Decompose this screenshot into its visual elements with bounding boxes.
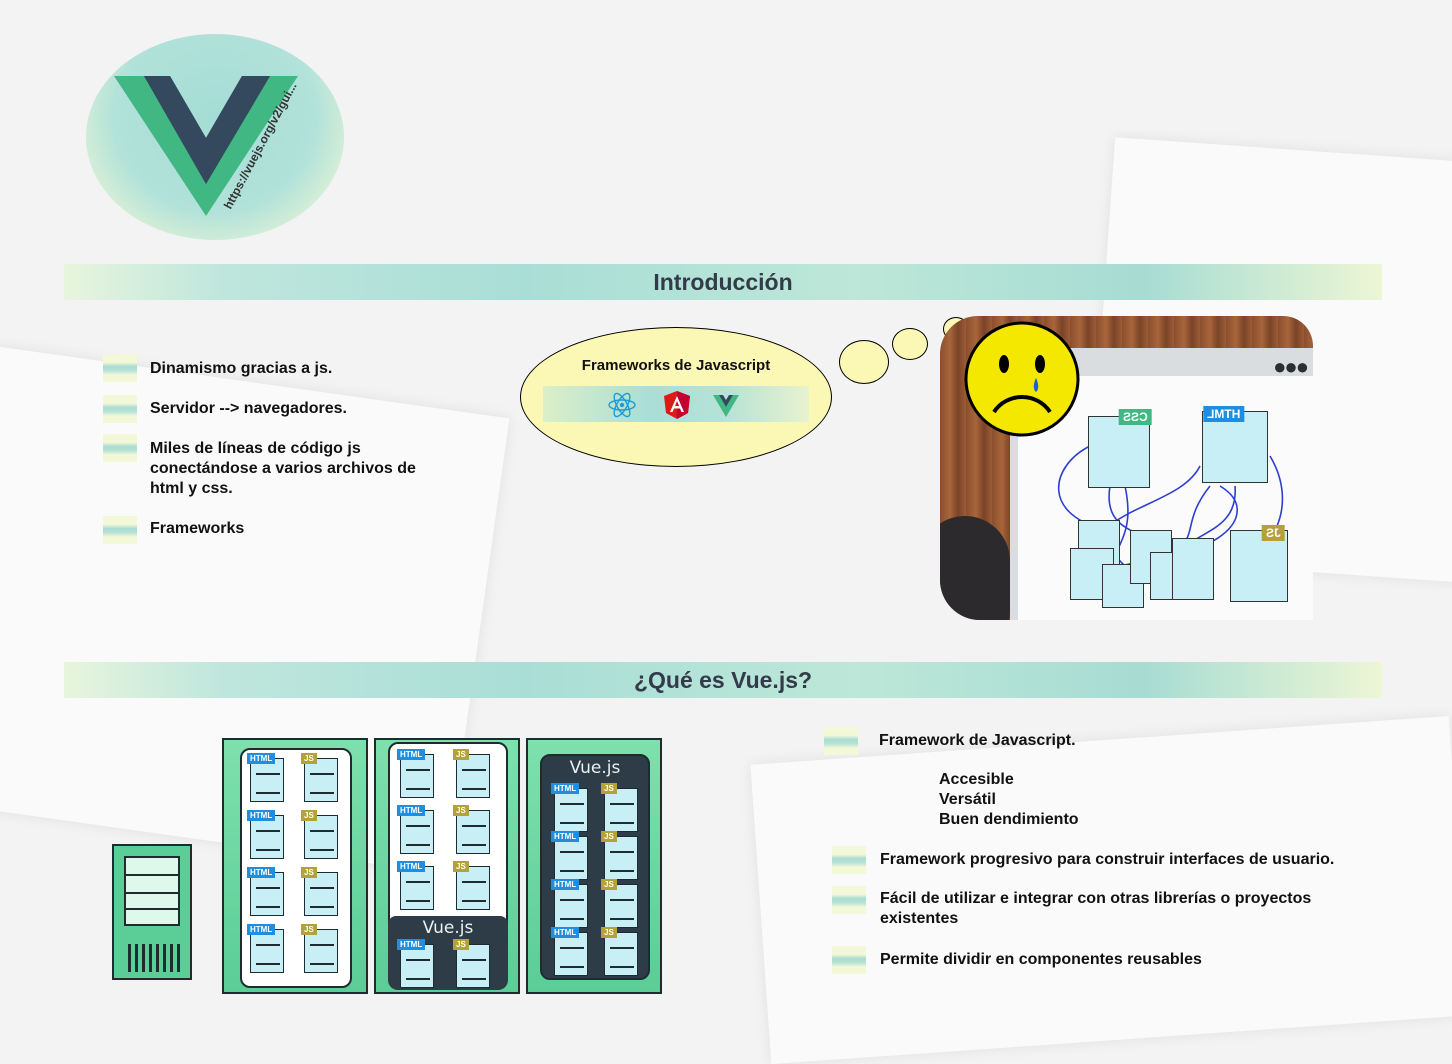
sub-item-1: Accesible [939, 771, 1014, 788]
html-tag: HTML [551, 831, 580, 842]
tangled-files-illustration: ●●● CSS HTML JS [940, 316, 1313, 620]
html-file-icon: HTML [247, 810, 284, 859]
bullet-marker [103, 395, 137, 423]
html-tag: HTML [397, 805, 426, 816]
sad-face-icon [964, 321, 1080, 437]
vue-label: Vue.js [569, 758, 621, 778]
panel-vue-app: Vue.js HTML JS HTML JS HTML JS HTML JS [526, 738, 662, 994]
html-tag: HTML [247, 924, 276, 935]
html-tag: HTML [247, 867, 276, 878]
bullet-marker [103, 434, 137, 462]
vue-banner: ¿Qué es Vue.js? [64, 662, 1382, 698]
js-file-icon: JS [301, 924, 338, 973]
html-tag: HTML [397, 861, 426, 872]
html-file: HTML [1202, 406, 1268, 483]
js-file-icon: JS [453, 861, 490, 910]
html-file-icon: HTML [397, 805, 434, 854]
thought-dot [839, 340, 889, 384]
intro-bullet-2: Servidor --> navegadores. [150, 400, 347, 417]
js-tag: JS [601, 879, 617, 890]
js-tag: JS [301, 753, 317, 764]
html-file-icon: HTML [247, 753, 284, 802]
js-tag: JS [301, 867, 317, 878]
html-tag: HTML [247, 753, 276, 764]
js-file-icon: JS [301, 753, 338, 802]
intro-banner: Introducción [64, 264, 1382, 300]
sub-item-3: Buen dendimiento [939, 811, 1079, 828]
html-file-icon: HTML [397, 749, 434, 798]
js-tag: JS [601, 927, 617, 938]
vue-bullet-4: Permite dividir en componentes reusables [880, 951, 1202, 968]
js-file-icon: JS [453, 749, 490, 798]
server-icon [112, 844, 192, 980]
js-file-icon: JS [601, 879, 638, 928]
js-tag: JS [453, 749, 469, 760]
bullet-marker [103, 354, 137, 382]
bullet-marker [824, 727, 858, 755]
js-file-icon: JS [453, 939, 490, 988]
js-tag: JS [453, 861, 469, 872]
html-file-icon: HTML [551, 783, 588, 832]
html-tag: HTML [551, 879, 580, 890]
bullet-marker [103, 516, 137, 544]
html-file-icon: HTML [247, 867, 284, 916]
js-file-icon: JS [301, 810, 338, 859]
html-file-icon: HTML [397, 939, 434, 988]
html-file-icon: HTML [247, 924, 284, 973]
html-file-icon: HTML [551, 879, 588, 928]
bubble-title: Frameworks de Javascript [581, 357, 771, 374]
vue-bullet-2: Framework progresivo para construir inte… [880, 851, 1335, 868]
vue-title: ¿Qué es Vue.js? [633, 666, 813, 693]
js-file-icon: JS [601, 927, 638, 976]
vue-bullet-3: Fácil de utilizar e integrar con otras l… [880, 890, 1312, 927]
panel-multipage: HTML JS HTML JS HTML JS HTML JS [222, 738, 368, 994]
html-tag: HTML [551, 927, 580, 938]
react-icon [608, 392, 636, 418]
panel-vue-component: Vue.js HTML JS HTML JS HTML JS HTML JS [374, 738, 520, 994]
intro-title: Introducción [653, 268, 793, 295]
intro-bullet-1: Dinamismo gracias a js. [150, 360, 333, 377]
vue-logo: https://vuejs.org/v2/gui... [86, 34, 344, 240]
js-file [1172, 538, 1214, 600]
js-tag: JS [601, 783, 617, 794]
js-tag: JS [301, 810, 317, 821]
sub-item-2: Versátil [939, 791, 996, 808]
frameworks-bubble: Frameworks de Javascript [520, 327, 832, 467]
bullet-marker [832, 946, 866, 974]
js-tag: JS [453, 805, 469, 816]
js-tag: JS [301, 924, 317, 935]
js-file: JS [1230, 525, 1288, 602]
intro-bullet-3: Miles de líneas de código js conectándos… [150, 440, 416, 497]
bullet-marker [832, 886, 866, 914]
html-file-icon: HTML [551, 927, 588, 976]
angular-icon [664, 391, 690, 419]
js-tag: JS [601, 831, 617, 842]
html-tag: HTML [397, 749, 426, 760]
js-tag: JS [453, 939, 469, 950]
html-file-icon: HTML [397, 861, 434, 910]
js-file-icon: JS [453, 805, 490, 854]
html-tag: HTML [247, 810, 276, 821]
html-tag: HTML [551, 783, 580, 794]
js-file-icon: JS [601, 783, 638, 832]
thought-dot [892, 328, 928, 360]
vue-icon [713, 395, 739, 417]
html-file-icon: HTML [551, 831, 588, 880]
html-tag: HTML [397, 939, 426, 950]
js-file-icon: JS [301, 867, 338, 916]
js-file-icon: JS [601, 831, 638, 880]
css-file: CSS [1088, 409, 1152, 488]
bullet-marker [832, 846, 866, 874]
vue-bullet-1: Framework de Javascript. [879, 732, 1076, 749]
vue-label: Vue.js [422, 918, 474, 938]
intro-bullet-4: Frameworks [150, 520, 245, 537]
